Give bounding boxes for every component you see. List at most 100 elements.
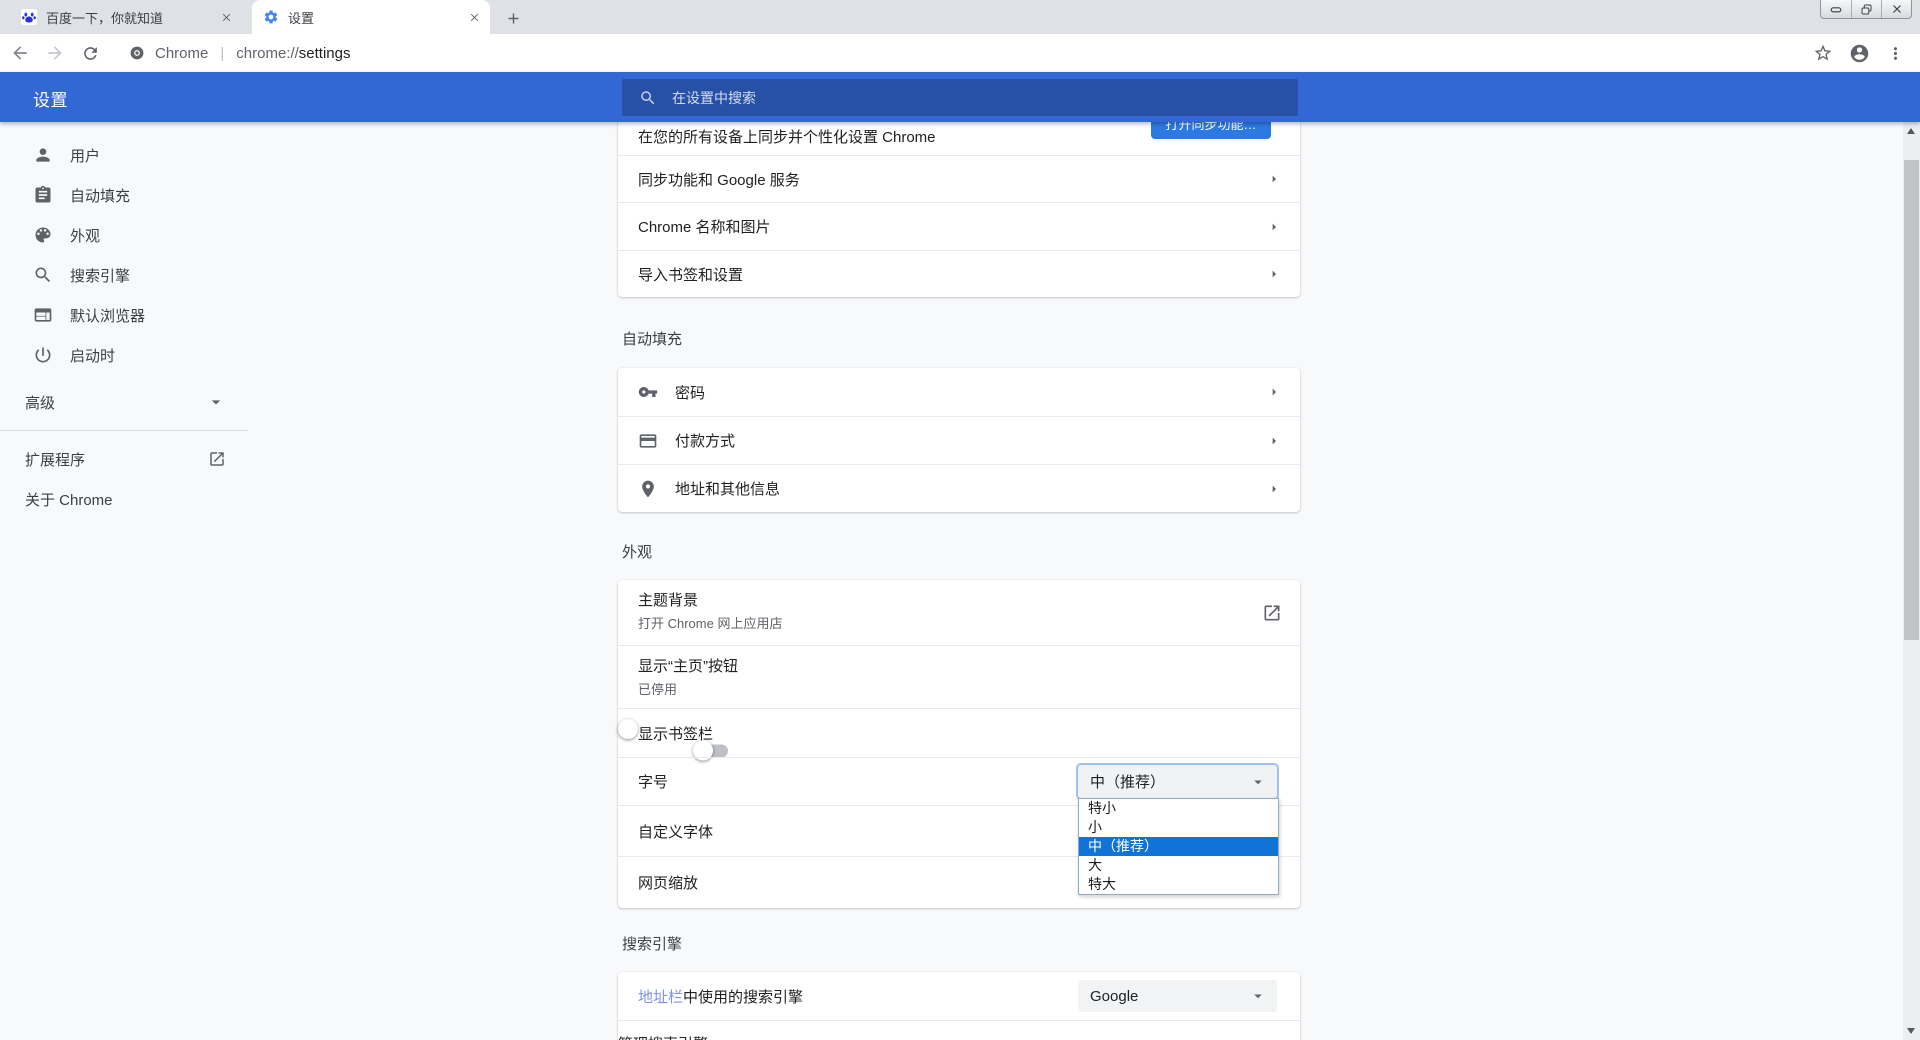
sidebar-item-label: 搜索引擎 <box>70 265 130 286</box>
profile-avatar-icon[interactable] <box>1848 42 1870 64</box>
tab-baidu[interactable]: 百度一下，你就知道 <box>10 0 242 34</box>
settings-search-box[interactable]: 在设置中搜索 <box>622 79 1298 116</box>
home-button-title: 显示“主页”按钮 <box>638 658 1282 676</box>
scrollbar-thumb[interactable] <box>1904 160 1919 640</box>
tab-close-icon[interactable] <box>217 8 235 26</box>
url-separator: | <box>220 45 224 62</box>
font-size-value: 中（推荐） <box>1090 771 1165 792</box>
caret-down-icon <box>1249 773 1267 791</box>
search-engine-row: 地址栏中使用的搜索引擎 Google <box>618 972 1300 1020</box>
sidebar-item-label: 默认浏览器 <box>70 305 145 326</box>
customize-fonts-label: 自定义字体 <box>638 821 713 842</box>
sidebar-advanced-toggle[interactable]: 高级 <box>0 382 248 422</box>
page-zoom-label: 网页缩放 <box>638 872 698 893</box>
sync-banner-text: 在您的所有设备上同步并个性化设置 Chrome <box>638 126 936 147</box>
back-button[interactable] <box>5 38 35 68</box>
tab-title: 百度一下，你就知道 <box>46 8 217 27</box>
show-home-button-row: 显示“主页”按钮 已停用 <box>618 645 1300 708</box>
theme-subtitle: 打开 Chrome 网上应用店 <box>638 616 1282 632</box>
chevron-right-icon <box>1266 266 1282 282</box>
dropdown-option[interactable]: 特大 <box>1079 875 1278 894</box>
external-link-icon[interactable] <box>1262 603 1282 623</box>
scrollbar-up-arrow[interactable] <box>1907 128 1915 134</box>
chevron-right-icon <box>1266 171 1282 187</box>
addresses-row[interactable]: 地址和其他信息 <box>618 464 1300 512</box>
url-scheme: chrome:// <box>236 45 299 62</box>
sidebar-item-startup[interactable]: 启动时 <box>0 335 248 375</box>
passwords-row[interactable]: 密码 <box>618 368 1300 416</box>
sidebar-item-appearance[interactable]: 外观 <box>0 215 248 255</box>
search-icon <box>33 265 53 285</box>
settings-sidebar: 用户 自动填充 外观 搜索引擎 默认浏览器 启动时 高级 扩展程序 <box>0 122 248 519</box>
chrome-name-picture-row[interactable]: Chrome 名称和图片 <box>618 202 1300 250</box>
page-scrollbar[interactable] <box>1903 122 1920 1040</box>
forward-button[interactable] <box>40 38 70 68</box>
address-bar-link[interactable]: 地址栏 <box>638 989 683 1006</box>
bookmark-star-icon[interactable] <box>1812 42 1834 64</box>
page-title: 设置 <box>33 86 68 111</box>
location-icon <box>638 479 658 499</box>
search-engine-value: Google <box>1090 988 1138 1005</box>
scrollbar-down-arrow[interactable] <box>1907 1028 1915 1034</box>
external-link-icon <box>208 450 226 468</box>
sync-and-google-services-row[interactable]: 同步功能和 Google 服务 <box>618 155 1300 202</box>
reload-button[interactable] <box>75 38 105 68</box>
sidebar-item-people[interactable]: 用户 <box>0 135 248 175</box>
sidebar-item-label: 启动时 <box>70 345 115 366</box>
search-placeholder: 在设置中搜索 <box>672 88 756 108</box>
search-engine-select[interactable]: Google <box>1078 980 1277 1012</box>
theme-row[interactable]: 主题背景 打开 Chrome 网上应用店 <box>618 580 1300 645</box>
new-tab-button[interactable] <box>500 5 526 31</box>
browser-menu-icon[interactable] <box>1884 42 1906 64</box>
font-size-label: 字号 <box>638 771 668 792</box>
autofill-heading: 自动填充 <box>622 329 682 351</box>
close-button[interactable] <box>1881 0 1911 18</box>
chrome-logo-icon <box>129 45 145 61</box>
tab-close-icon[interactable] <box>465 8 483 26</box>
chevron-right-icon <box>1266 433 1282 449</box>
people-card: 在您的所有设备上同步并个性化设置 Chrome 打开同步功能… 同步功能和 Go… <box>618 122 1300 297</box>
dropdown-option[interactable]: 大 <box>1079 856 1278 875</box>
chevron-down-icon <box>206 392 226 412</box>
sidebar-item-search-engine[interactable]: 搜索引擎 <box>0 255 248 295</box>
font-size-dropdown: 特小 小 中（推荐） 大 特大 <box>1078 798 1279 895</box>
advanced-label: 高级 <box>25 392 55 413</box>
font-size-select[interactable]: 中（推荐） <box>1078 765 1277 798</box>
appearance-heading: 外观 <box>622 542 652 564</box>
search-engine-row-label: 地址栏中使用的搜索引擎 <box>638 986 803 1007</box>
sidebar-item-about[interactable]: 关于 Chrome <box>0 479 248 519</box>
omnibox[interactable]: Chrome | chrome://settings <box>129 45 351 62</box>
url-host: settings <box>299 45 351 62</box>
dropdown-option-selected[interactable]: 中（推荐） <box>1079 837 1278 856</box>
chevron-right-icon <box>1266 219 1282 235</box>
settings-content: 用户 自动填充 外观 搜索引擎 默认浏览器 启动时 高级 扩展程序 <box>0 122 1920 1040</box>
theme-title: 主题背景 <box>638 592 1282 610</box>
chevron-right-icon <box>1266 481 1282 497</box>
about-label: 关于 Chrome <box>25 489 113 510</box>
extensions-label: 扩展程序 <box>25 449 85 470</box>
import-bookmarks-row[interactable]: 导入书签和设置 <box>618 250 1300 297</box>
baidu-favicon <box>21 9 37 25</box>
autofill-card: 密码 付款方式 地址和其他信息 <box>618 368 1300 512</box>
row-label: 同步功能和 Google 服务 <box>638 169 800 190</box>
chevron-right-icon <box>1266 384 1282 400</box>
maximize-button[interactable] <box>1851 0 1881 18</box>
window-controls <box>1820 0 1912 19</box>
sidebar-item-extensions[interactable]: 扩展程序 <box>0 439 248 479</box>
bookmarks-bar-toggle[interactable] <box>695 744 728 757</box>
payment-methods-row[interactable]: 付款方式 <box>618 416 1300 464</box>
sidebar-item-autofill[interactable]: 自动填充 <box>0 175 248 215</box>
manage-search-engines-row[interactable]: 管理搜索引擎 <box>618 1020 1300 1040</box>
sidebar-item-label: 用户 <box>70 145 100 166</box>
row-label: 管理搜索引擎 <box>618 1036 708 1040</box>
minimize-button[interactable] <box>1821 0 1851 18</box>
dropdown-option[interactable]: 小 <box>1079 818 1278 837</box>
search-engine-heading: 搜索引擎 <box>622 934 682 956</box>
browser-toolbar: Chrome | chrome://settings <box>0 34 1920 72</box>
tab-settings[interactable]: 设置 <box>252 0 490 34</box>
settings-main: 在您的所有设备上同步并个性化设置 Chrome 打开同步功能… 同步功能和 Go… <box>618 122 1300 1040</box>
dropdown-option[interactable]: 特小 <box>1079 799 1278 818</box>
turn-on-sync-button[interactable]: 打开同步功能… <box>1151 122 1271 139</box>
sidebar-item-default-browser[interactable]: 默认浏览器 <box>0 295 248 335</box>
appearance-icon <box>33 225 53 245</box>
